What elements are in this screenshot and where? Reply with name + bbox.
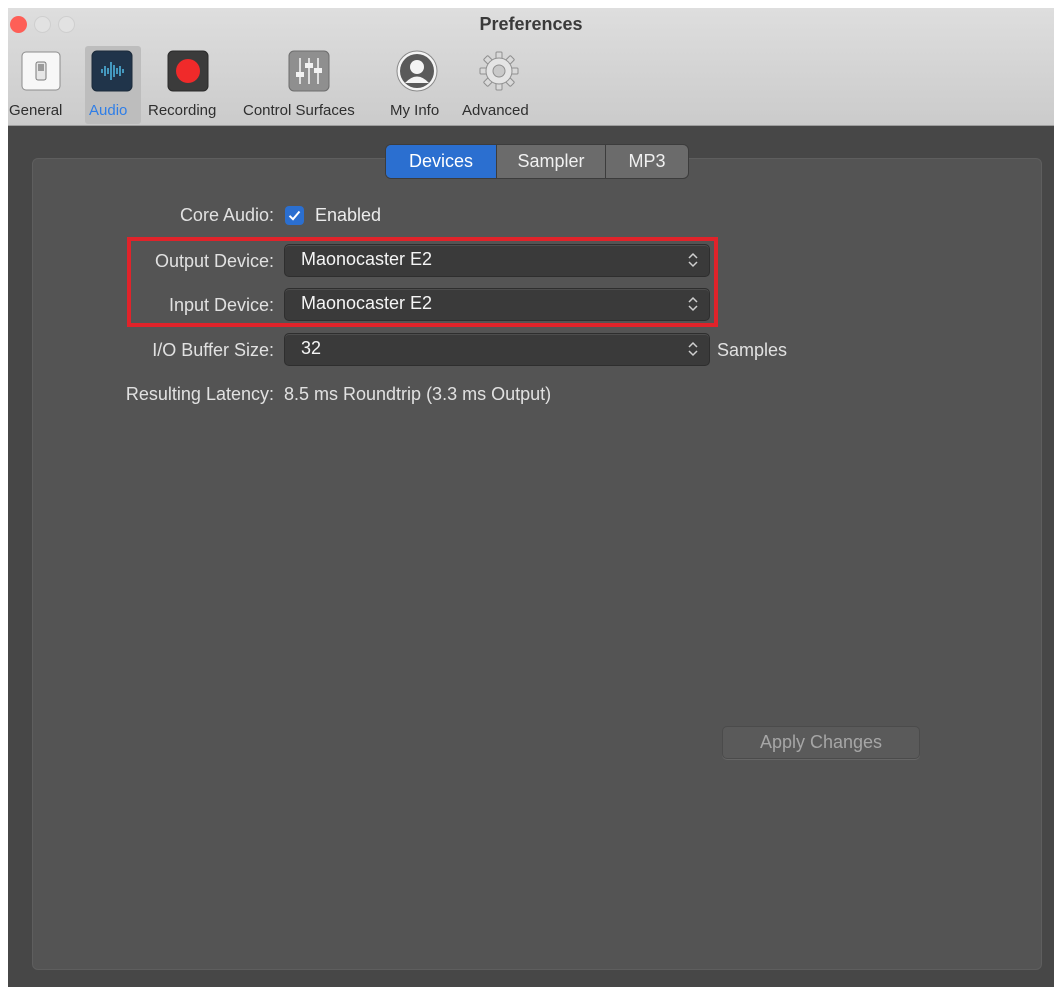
toolbar-item-audio[interactable]: Audio (85, 46, 141, 124)
highlight-box (127, 237, 718, 327)
apply-changes-button[interactable]: Apply Changes (722, 726, 920, 759)
audio-waveform-icon (91, 50, 133, 92)
buffer-size-popup[interactable]: 32 (284, 333, 710, 366)
tab-mp3[interactable]: MP3 (606, 145, 688, 178)
core-audio-enabled-label: Enabled (315, 205, 382, 225)
tab-bar: Devices Sampler MP3 (385, 144, 689, 179)
toolbar-label-control-surfaces: Control Surfaces (243, 102, 355, 119)
core-audio-checkbox[interactable] (285, 206, 304, 225)
toolbar-item-control-surfaces[interactable]: Control Surfaces (240, 46, 380, 124)
toolbar-label-general: General (9, 102, 63, 119)
chevron-updown-icon (688, 341, 698, 357)
latency-value: 8.5 ms Roundtrip (3.3 ms Output) (284, 384, 552, 404)
toolbar-label-recording: Recording (148, 102, 217, 119)
toolbar-item-my-info[interactable]: My Info (384, 46, 450, 124)
buffer-size-label: I/O Buffer Size: (152, 340, 274, 360)
user-icon (396, 50, 438, 92)
toolbar-label-audio: Audio (89, 102, 128, 119)
toolbar-item-recording[interactable]: Recording (146, 46, 234, 124)
record-icon (167, 50, 209, 92)
core-audio-label: Core Audio: (179, 205, 274, 225)
window-title: Preferences (479, 14, 583, 34)
checkmark-icon (288, 210, 301, 221)
latency-label: Resulting Latency: (125, 384, 274, 404)
preferences-window: Preferences General Audio Recording Cont… (8, 8, 1054, 987)
toolbar-item-general[interactable]: General (8, 46, 80, 124)
faders-icon (288, 50, 330, 92)
tab-sampler[interactable]: Sampler (497, 145, 606, 178)
toolbar: Preferences General Audio Recording Cont… (8, 8, 1054, 126)
buffer-size-unit: Samples (717, 340, 788, 360)
toolbar-label-my-info: My Info (390, 102, 440, 119)
toolbar-item-advanced[interactable]: Advanced (458, 46, 544, 124)
buffer-size-value: 32 (301, 338, 322, 358)
general-switch-icon (20, 50, 62, 92)
toolbar-label-advanced: Advanced (462, 102, 529, 119)
gear-icon (478, 50, 520, 92)
tab-devices[interactable]: Devices (386, 145, 497, 178)
